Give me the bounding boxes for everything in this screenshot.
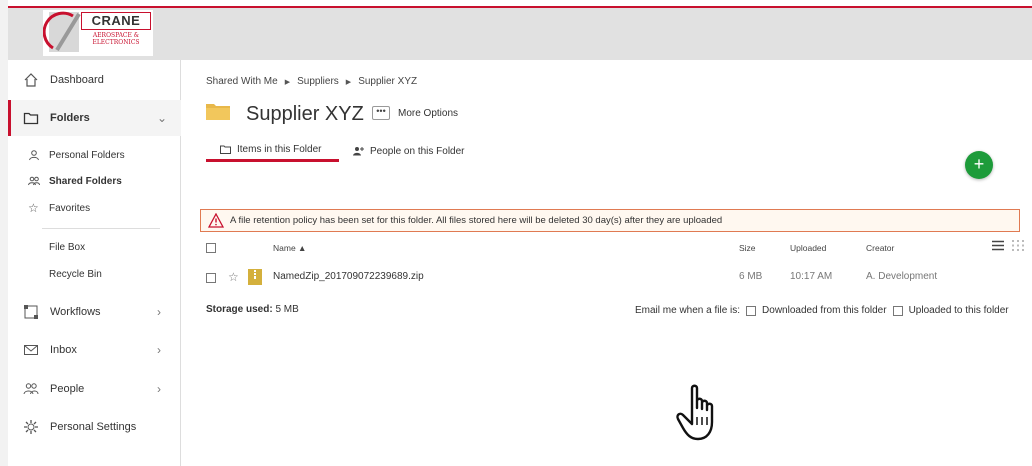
window-edge [0,0,8,466]
sidebar-subitem-favorites[interactable]: ☆ Favorites [8,197,181,219]
tab-bar: Items in this Folder People on this Fold… [206,140,1026,162]
main-content: Shared With Me ▶ Suppliers ▶ Supplier XY… [182,60,1032,466]
sidebar-item-personal-settings[interactable]: Personal Settings [8,409,181,445]
sidebar-subitem-label: Recycle Bin [49,268,102,280]
breadcrumb-item-current: Supplier XYZ [358,76,418,87]
app-window: CRANE AEROSPACE & ELECTRONICS Dashboard … [0,0,1032,466]
brand-subtitle-line1: AEROSPACE & [92,32,140,39]
tab-items-in-folder[interactable]: Items in this Folder [206,140,339,162]
brand-logo[interactable]: CRANE AEROSPACE & ELECTRONICS [43,10,153,56]
workflow-icon [24,305,38,319]
page-title: Supplier XYZ [246,103,364,125]
downloaded-label[interactable]: Downloaded from this folder [762,305,887,316]
zip-file-icon [248,269,262,285]
star-icon: ☆ [28,201,39,215]
storage-label: Storage used: [206,304,273,315]
add-person-icon [353,147,364,156]
uploaded-label[interactable]: Uploaded to this folder [909,305,1009,316]
breadcrumb-separator-icon: ▶ [345,79,352,86]
folder-large-icon [206,104,230,120]
email-notification-prefs: Email me when a file is: Downloaded from… [635,305,1009,316]
tab-people-on-folder[interactable]: People on this Folder [353,140,465,162]
breadcrumb-separator-icon: ▶ [284,79,291,86]
column-header-uploaded[interactable]: Uploaded [790,243,826,253]
sidebar-item-people[interactable]: People › [8,371,181,407]
sidebar-item-label: Personal Settings [50,421,137,433]
grid-view-icon[interactable] [1012,240,1024,251]
breadcrumb: Shared With Me ▶ Suppliers ▶ Supplier XY… [206,76,417,89]
home-icon [24,73,38,87]
tab-label: People on this Folder [370,145,465,157]
list-view-icon[interactable] [992,240,1004,251]
alert-text: A file retention policy has been set for… [230,215,723,226]
sidebar-item-inbox[interactable]: Inbox › [8,332,181,368]
file-name-link[interactable]: NamedZip_201709072239689.zip [273,271,424,282]
sidebar-subitem-label: Favorites [49,202,91,214]
gear-icon [24,420,38,434]
row-checkbox[interactable] [206,273,216,283]
sidebar: Dashboard Folders ⌄ Personal Folders Sha… [8,60,181,466]
column-header-name[interactable]: Name ▲ [273,243,306,253]
crane-emblem-icon [43,11,81,52]
view-toggle [992,240,1024,251]
sidebar-item-label: Folders [50,112,90,124]
mail-icon [24,345,38,355]
sidebar-subitem-shared-folders[interactable]: Shared Folders [8,170,181,192]
sidebar-subitem-recycle-bin[interactable]: Recycle Bin [8,263,181,285]
column-header-creator[interactable]: Creator [866,243,894,253]
file-creator: A. Development [866,271,938,282]
brand-subtitle-line2: ELECTRONICS [92,39,140,46]
downloaded-checkbox[interactable] [746,305,757,316]
chevron-right-icon: › [157,382,161,396]
sidebar-item-dashboard[interactable]: Dashboard [8,62,181,98]
tab-label: Items in this Folder [237,144,322,155]
more-options-button[interactable]: ••• More Options [372,106,458,120]
table-row[interactable]: ☆ NamedZip_201709072239689.zip 6 MB 10:1… [200,269,1030,287]
sidebar-subitem-label: Personal Folders [49,149,125,161]
retention-policy-alert: A file retention policy has been set for… [200,209,1020,232]
chevron-down-icon: ⌄ [157,111,168,125]
shared-users-icon [28,176,40,186]
chevron-right-icon: › [157,343,161,357]
file-size: 6 MB [739,271,763,282]
more-options-label: More Options [398,107,459,119]
favorite-star-icon[interactable]: ☆ [228,270,239,284]
email-prefs-label: Email me when a file is: [635,305,741,316]
select-all-checkbox[interactable] [206,243,216,253]
breadcrumb-item-suppliers[interactable]: Suppliers [297,76,339,89]
folder-small-icon [220,145,231,154]
column-header-size[interactable]: Size [739,243,756,253]
sidebar-subitem-file-box[interactable]: File Box [8,236,181,258]
sidebar-divider [42,228,160,229]
sidebar-subitem-personal-folders[interactable]: Personal Folders [8,144,181,166]
folder-icon [23,112,39,125]
top-header [8,8,1032,60]
sidebar-item-label: People [50,383,85,395]
hand-cursor-icon [676,384,714,441]
uploaded-checkbox[interactable] [892,305,903,316]
storage-value: 5 MB [275,304,299,315]
add-button[interactable]: + [965,151,993,179]
chevron-right-icon: › [157,305,161,319]
header-accent-line [8,6,1032,8]
sidebar-subitem-label: Shared Folders [49,175,122,187]
sidebar-item-folders[interactable]: Folders ⌄ [8,100,181,136]
user-icon [29,150,39,161]
brand-name: CRANE [81,12,151,30]
sidebar-item-label: Inbox [50,344,77,356]
people-icon [23,383,39,395]
table-header: Name ▲ Size Uploaded Creator [200,241,1030,257]
storage-used: Storage used: 5 MB [206,304,299,315]
breadcrumb-item-shared-with-me[interactable]: Shared With Me [206,76,278,89]
ellipsis-icon: ••• [372,106,390,120]
sidebar-item-workflows[interactable]: Workflows › [8,294,181,330]
warning-icon [208,213,224,228]
file-uploaded-time: 10:17 AM [790,271,833,282]
sidebar-subitem-label: File Box [49,241,86,253]
sidebar-item-label: Dashboard [50,74,104,86]
sidebar-item-label: Workflows [50,306,101,318]
